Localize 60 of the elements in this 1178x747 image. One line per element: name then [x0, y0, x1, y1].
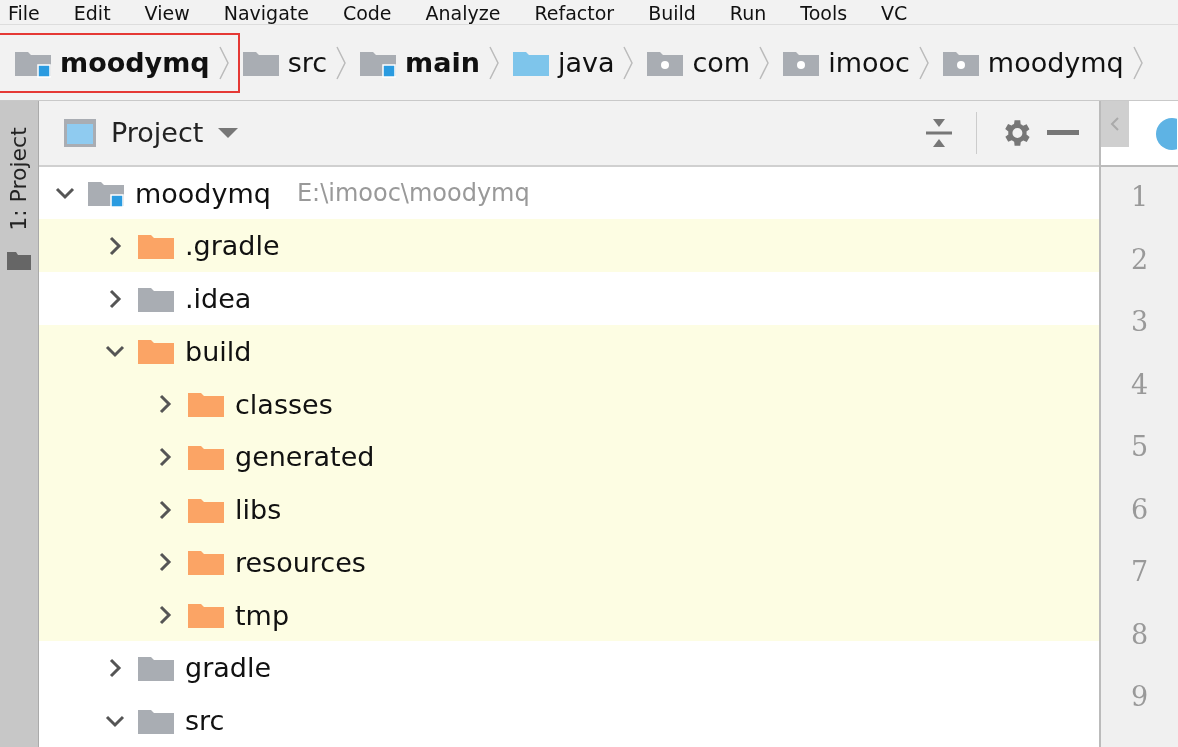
menu-item[interactable]: Run — [729, 2, 767, 24]
line-number: 4 — [1130, 368, 1150, 402]
separator-icon — [917, 45, 930, 80]
tree-row[interactable]: build — [39, 324, 1099, 378]
tree-item-label: build — [185, 335, 252, 367]
menu-item[interactable]: Code — [342, 2, 392, 24]
breadcrumb-item[interactable]: src — [287, 47, 328, 78]
tree-row[interactable]: generated — [39, 430, 1099, 484]
separator-icon — [335, 45, 348, 80]
tree-item-label: .idea — [185, 283, 252, 315]
menu-item[interactable]: Edit — [73, 2, 111, 24]
tree-row[interactable]: .gradle — [39, 219, 1099, 273]
breadcrumb-item[interactable]: moodymq — [987, 47, 1124, 78]
separator-icon — [487, 45, 500, 80]
menu-item[interactable]: Navigate — [223, 2, 309, 24]
menu-item[interactable]: VC — [881, 2, 908, 24]
tree-row[interactable]: classes — [39, 377, 1099, 431]
line-number: 7 — [1130, 556, 1150, 589]
menu-item[interactable]: Analyze — [425, 2, 501, 24]
breadcrumb-item[interactable]: main — [405, 47, 480, 78]
line-number: 2 — [1130, 243, 1150, 277]
tree-row[interactable]: resources — [39, 535, 1099, 589]
line-number: 1 — [1130, 181, 1150, 214]
tool-window-tab[interactable]: 1: Project — [7, 123, 31, 235]
separator-icon — [1131, 45, 1144, 80]
breadcrumb-item[interactable]: com — [692, 47, 751, 78]
breadcrumb-item[interactable]: imooc — [828, 47, 910, 78]
separator-icon — [622, 45, 635, 80]
separator-icon — [217, 45, 230, 80]
project-path: E:\imooc\moodymq — [296, 179, 530, 208]
menu-item[interactable]: Tools — [800, 2, 848, 24]
menu-item[interactable]: Refactor — [534, 2, 615, 24]
minimize-icon[interactable] — [1047, 129, 1079, 136]
menu-item[interactable]: File — [8, 2, 40, 24]
tree-item-label: moodymq — [135, 177, 271, 209]
line-number: 5 — [1130, 431, 1150, 464]
tree-item-label: tmp — [235, 599, 290, 631]
tree-row[interactable]: libs — [39, 483, 1099, 536]
breadcrumb-item[interactable]: java — [557, 47, 615, 78]
window-icon — [63, 117, 97, 148]
line-number: 3 — [1130, 306, 1150, 339]
tree-item-label: classes — [235, 388, 333, 420]
menu-item[interactable]: View — [144, 2, 190, 24]
tree-item-label: libs — [235, 494, 282, 526]
menu-item[interactable]: Build — [648, 2, 696, 24]
tree-item-label: generated — [235, 441, 375, 473]
tree-item-label: .gradle — [185, 230, 280, 262]
caret-icon[interactable] — [217, 125, 240, 140]
line-number: 6 — [1130, 493, 1150, 527]
line-number: 8 — [1130, 618, 1150, 652]
tree-item-label: resources — [235, 546, 366, 578]
breadcrumb-item[interactable]: moodymq — [60, 47, 210, 78]
separator-icon — [758, 45, 771, 80]
tree-item-label: gradle — [185, 652, 272, 684]
folder-icon — [6, 249, 32, 271]
chevron-left-icon — [1110, 116, 1120, 132]
tree-row[interactable]: tmp — [39, 588, 1099, 642]
tree-item-label: src — [185, 705, 225, 737]
line-number: 9 — [1130, 681, 1150, 714]
panel-title[interactable]: Project — [111, 117, 204, 149]
